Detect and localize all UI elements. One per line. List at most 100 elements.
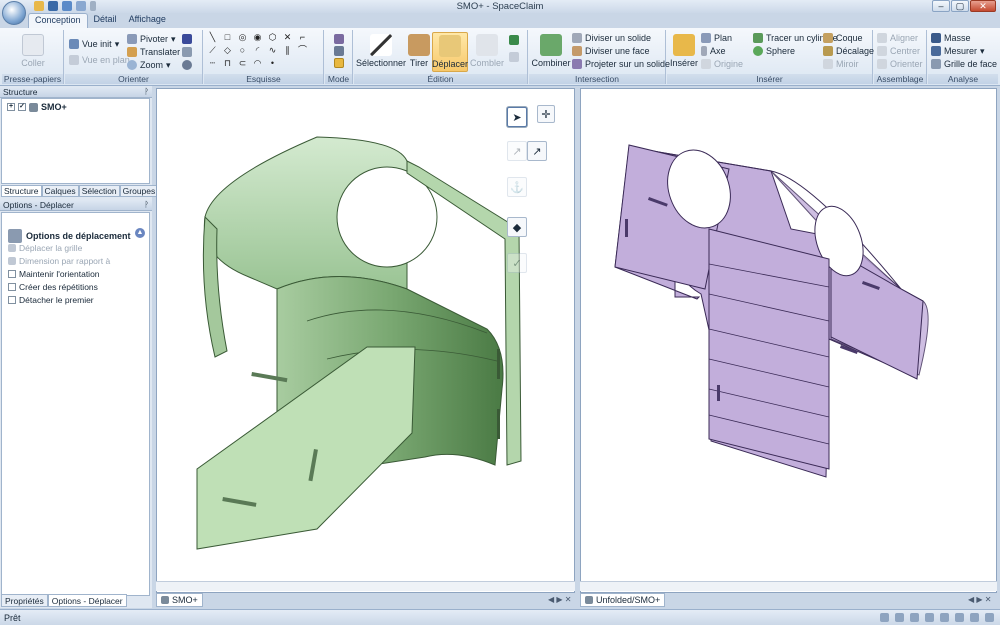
complete-tool[interactable]: ✓ (507, 253, 527, 273)
line-tool-icon[interactable]: ╲ (208, 33, 217, 42)
polygon-tool-icon[interactable]: ⬡ (268, 33, 277, 42)
tab-conception[interactable]: Conception (28, 13, 88, 28)
fill-button[interactable]: Combler (469, 32, 505, 72)
viewport-design[interactable]: ➤ ✛ ↗ ↗ ⚓ ◆ ✓ (156, 88, 575, 593)
visibility-checkbox[interactable]: ✓ (18, 103, 26, 111)
scrollbar-right[interactable] (580, 581, 997, 591)
tab-affichage[interactable]: Affichage (123, 13, 172, 28)
move-button[interactable]: Déplacer (432, 32, 468, 72)
dimension-option[interactable]: Dimension par rapport à (8, 256, 110, 266)
insert-button[interactable]: Insérer (669, 32, 699, 72)
zoom-status-icon[interactable] (955, 613, 964, 622)
unfolded-model[interactable] (581, 89, 996, 581)
trim-tool-icon[interactable]: ✕ (283, 33, 292, 42)
tab-groups[interactable]: Groupes (119, 185, 159, 197)
doc-tab-design[interactable]: SMO+ (156, 593, 203, 607)
plane-button[interactable]: Plan (701, 32, 732, 44)
section-mode-icon[interactable] (334, 46, 344, 56)
pan-icon[interactable] (970, 613, 979, 622)
checkbox[interactable] (8, 270, 16, 278)
bend-tool-icon[interactable]: ⌒ (298, 46, 307, 55)
home-view-button[interactable]: Vue init ▾ (69, 38, 119, 50)
tree-root-item[interactable]: + ✓ SMO+ (7, 102, 67, 112)
translate-button[interactable]: Translater (127, 46, 180, 58)
detach-first-option[interactable]: Détacher le premier (8, 295, 94, 305)
anchor-tool[interactable]: ⚓ (507, 177, 527, 197)
tab-selection[interactable]: Sélection (78, 185, 120, 197)
ellipse-tool-icon[interactable]: ○ (238, 46, 247, 55)
tab-move-options[interactable]: Options - Déplacer (47, 594, 127, 607)
fulcrum-tool[interactable]: ◆ (507, 217, 527, 237)
sweep-arc-icon[interactable]: ◠ (253, 59, 262, 68)
pivot-button[interactable]: Pivoter ▾ (127, 33, 176, 45)
combine-button[interactable]: Combiner (531, 32, 571, 72)
tab-layers[interactable]: Calques (41, 185, 79, 197)
box-select-icon[interactable] (895, 613, 904, 622)
ruler-tool[interactable]: ↗ (527, 141, 547, 161)
axis-tool[interactable]: ↗ (507, 141, 527, 161)
offset-curve-icon[interactable]: ∥ (283, 46, 292, 55)
circle3pt-tool-icon[interactable]: ◉ (253, 33, 262, 42)
sphere-button[interactable]: Sphere (753, 45, 795, 57)
chair-model-3d[interactable] (157, 89, 574, 581)
app-menu-button[interactable] (2, 1, 26, 25)
rotate-view-icon[interactable] (182, 60, 192, 70)
tab-detail[interactable]: Détail (88, 13, 123, 28)
axis-button[interactable]: Axe (701, 45, 726, 57)
tab-structure[interactable]: Structure (1, 185, 42, 197)
settings-icon[interactable] (985, 613, 994, 622)
mirror-button[interactable]: Miroir (823, 58, 859, 70)
fill-style-icon[interactable] (940, 613, 949, 622)
corner-tool-icon[interactable]: ⌐ (298, 33, 307, 42)
rect3pt-tool-icon[interactable]: ◇ (223, 46, 232, 55)
tab-nav-right[interactable]: ◀ ▶ ✕ (968, 595, 991, 604)
move-tool[interactable]: ✛ (537, 105, 555, 123)
replace-icon[interactable] (509, 52, 519, 62)
view-cube-icon[interactable] (182, 34, 192, 44)
blend-icon[interactable] (509, 35, 519, 45)
face-grid-button[interactable]: Grille de face (931, 58, 997, 70)
point-tool-icon[interactable]: • (268, 59, 277, 68)
tangent-line-icon[interactable]: ⟋ (208, 46, 217, 55)
checkbox[interactable] (8, 296, 16, 304)
paste-button[interactable]: Coller (13, 32, 53, 72)
collapse-icon[interactable]: ▲ (135, 228, 145, 238)
origin-button[interactable]: Origine (701, 58, 743, 70)
view-options-icon[interactable] (182, 47, 192, 57)
snap-icon[interactable] (925, 613, 934, 622)
select-mode-icon[interactable] (880, 613, 889, 622)
slot-tool-icon[interactable]: ⊂ (238, 59, 247, 68)
layer-icon[interactable] (910, 613, 919, 622)
viewport-unfolded[interactable] (580, 88, 997, 593)
options-section-title[interactable]: Options de déplacement (8, 229, 131, 243)
checkbox[interactable] (8, 283, 16, 291)
rectangle-tool-icon[interactable]: □ (223, 33, 232, 42)
split-body-button[interactable]: Diviser un solide (572, 32, 651, 44)
minimize-button[interactable]: – (932, 0, 950, 12)
doc-tab-unfolded[interactable]: Unfolded/SMO+ (580, 593, 666, 607)
construction-line-icon[interactable]: ┄ (208, 59, 217, 68)
arc-tool-icon[interactable]: ◜ (253, 46, 262, 55)
move-grid-option[interactable]: Déplacer la grille (8, 243, 82, 253)
tab-properties[interactable]: Propriétés (1, 594, 48, 607)
shell-button[interactable]: Coque (823, 32, 863, 44)
3d-mode-icon[interactable] (334, 58, 344, 68)
align-button[interactable]: Aligner (877, 32, 918, 44)
pull-button[interactable]: Tirer (406, 32, 432, 72)
maximize-button[interactable]: ▢ (951, 0, 969, 12)
create-patterns-option[interactable]: Créer des répétitions (8, 282, 98, 292)
close-button[interactable]: ✕ (970, 0, 996, 12)
split-face-button[interactable]: Diviser une face (572, 45, 650, 57)
sketch-mode-icon[interactable] (334, 34, 344, 44)
offset-button[interactable]: Décalage (823, 45, 874, 57)
circle-tool-icon[interactable]: ◎ (238, 33, 247, 42)
mass-button[interactable]: Masse (931, 32, 971, 44)
spline-tool-icon[interactable]: ∿ (268, 46, 277, 55)
measure-button[interactable]: Mesurer ▾ (931, 45, 985, 57)
maintain-orientation-option[interactable]: Maintenir l'orientation (8, 269, 100, 279)
orient-button[interactable]: Orienter (877, 58, 923, 70)
polyline-tool-icon[interactable]: ⊓ (223, 59, 232, 68)
center-button[interactable]: Centrer (877, 45, 920, 57)
project-button[interactable]: Projeter sur un solide (572, 58, 670, 70)
scrollbar-left[interactable] (156, 581, 575, 591)
